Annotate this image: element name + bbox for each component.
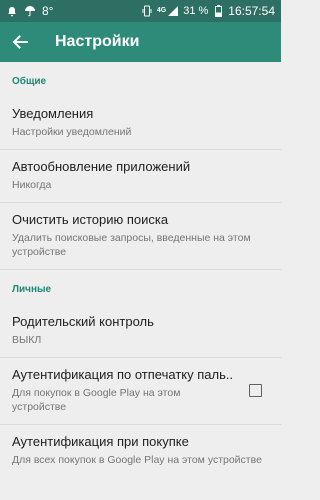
setting-title: Автообновление приложений bbox=[12, 159, 191, 174]
temperature-text: 8° bbox=[42, 4, 54, 18]
setting-title: Уведомления bbox=[12, 106, 94, 121]
fingerprint-checkbox[interactable] bbox=[249, 384, 262, 397]
network-type-text: 4G bbox=[156, 7, 167, 14]
setting-title: Очистить историю поиска bbox=[12, 212, 169, 227]
setting-title: Аутентификация по отпечатку паль.. bbox=[12, 367, 234, 382]
page-title: Настройки bbox=[55, 33, 140, 50]
setting-subtitle: Настройки уведомлений bbox=[12, 126, 132, 138]
umbrella-icon bbox=[24, 5, 36, 17]
section-header-general: Общие bbox=[12, 76, 47, 87]
setting-title: Аутентификация при покупке bbox=[12, 434, 189, 449]
setting-auto-update[interactable]: Автообновление приложений Никогда bbox=[0, 150, 281, 203]
vibrate-icon bbox=[141, 5, 153, 17]
setting-notifications[interactable]: Уведомления Настройки уведомлений bbox=[0, 97, 281, 150]
back-button[interactable] bbox=[0, 22, 40, 62]
status-bar: 8° 4G 31 % 16:57:54 bbox=[0, 0, 281, 22]
app-bar: Настройки bbox=[0, 22, 281, 62]
notification-icon bbox=[6, 5, 18, 17]
battery-percent-text: 31 % bbox=[183, 5, 209, 17]
setting-fingerprint-auth[interactable]: Аутентификация по отпечатку паль.. Для п… bbox=[0, 358, 281, 425]
section-header-personal: Личные bbox=[12, 284, 52, 295]
battery-icon bbox=[212, 5, 224, 17]
setting-subtitle: Для покупок в Google Play на этом устрой… bbox=[12, 387, 181, 413]
back-arrow-icon bbox=[12, 35, 28, 49]
setting-subtitle: Никогда bbox=[12, 179, 52, 191]
settings-list[interactable]: Общие Уведомления Настройки уведомлений … bbox=[0, 62, 281, 500]
setting-subtitle: Удалить поисковые запросы, введенные на … bbox=[12, 232, 251, 258]
setting-clear-search-history[interactable]: Очистить историю поиска Удалить поисковы… bbox=[0, 203, 281, 270]
setting-purchase-auth[interactable]: Аутентификация при покупке Для всех поку… bbox=[0, 425, 281, 477]
setting-subtitle: Для всех покупок в Google Play на этом у… bbox=[12, 454, 262, 466]
signal-icon bbox=[167, 5, 179, 17]
setting-parental-control[interactable]: Родительский контроль ВЫКЛ bbox=[0, 305, 281, 358]
setting-subtitle: ВЫКЛ bbox=[12, 334, 42, 346]
setting-title: Родительский контроль bbox=[12, 314, 154, 329]
clock-text: 16:57:54 bbox=[228, 4, 275, 18]
